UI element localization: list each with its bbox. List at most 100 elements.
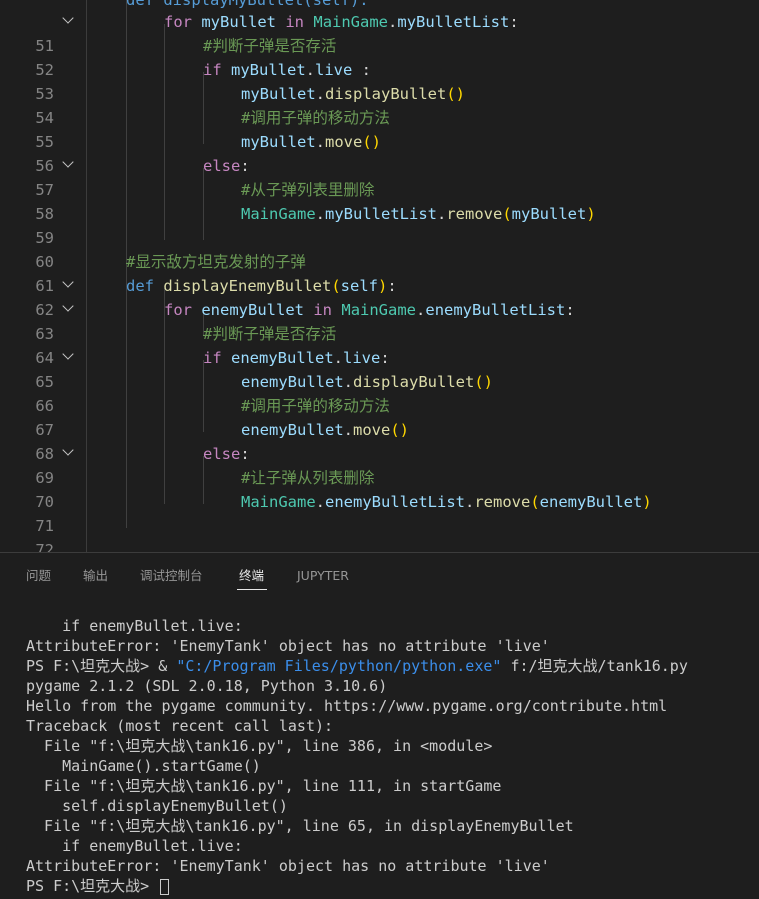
code-line-61: 61 #显示敌方坦克发射的子弹 xyxy=(0,250,759,295)
chevron-down-icon[interactable] xyxy=(62,444,74,456)
kw-if: if xyxy=(203,61,222,79)
terminal-line: self.displayEnemyBullet() xyxy=(26,797,288,815)
var-enemybullet: enemyBullet xyxy=(241,373,344,391)
var-mybullet: myBullet xyxy=(231,61,306,79)
var-mybulletlist: myBulletList xyxy=(325,205,437,223)
code-line-65: 65 if enemyBullet.live: xyxy=(0,346,759,391)
code-line-57: 57 else: xyxy=(0,154,759,199)
terminal-line: File "f:\坦克大战\tank16.py", line 65, in di… xyxy=(26,817,574,835)
code-line-68: 68 enemyBullet.move() xyxy=(0,418,759,463)
terminal-line-command: PS F:\坦克大战> & "C:/Program Files/python/p… xyxy=(26,656,688,676)
fn-displaybullet: displayBullet xyxy=(325,85,447,103)
terminal-line: if enemyBullet.live: xyxy=(26,837,243,855)
kw-if: if xyxy=(203,349,222,367)
command-string: "C:/Program Files/python/python.exe" xyxy=(176,657,502,675)
tab-terminal[interactable]: 终端 xyxy=(239,567,264,585)
var-mybullet: myBullet xyxy=(241,133,316,151)
comment: #从子弹列表里删除 xyxy=(241,181,375,199)
comment: #判断子弹是否存活 xyxy=(203,325,337,343)
fn-remove: remove xyxy=(474,493,531,511)
var-enemybullet: enemyBullet xyxy=(201,301,304,319)
terminal-prompt-line[interactable]: PS F:\坦克大战> xyxy=(26,876,170,896)
var-live: live xyxy=(343,349,381,367)
code-line-73: 73 xyxy=(0,534,759,552)
cls-maingame: MainGame xyxy=(241,493,316,511)
chevron-down-icon[interactable] xyxy=(62,348,74,360)
prompt: PS F:\坦克大战> & xyxy=(26,657,177,675)
var-mybullet: myBullet xyxy=(511,205,587,223)
kw-else: else xyxy=(203,445,241,463)
cls-maingame: MainGame xyxy=(241,205,316,223)
var-self: self xyxy=(340,277,378,295)
terminal-line: pygame 2.1.2 (SDL 2.0.18, Python 3.10.6) xyxy=(26,677,388,695)
code-line-58: 58 #从子弹列表里删除 xyxy=(0,178,759,223)
chevron-down-icon[interactable] xyxy=(62,12,74,24)
panel-tabs: 问题 输出 调试控制台 终端 JUPYTER xyxy=(0,553,759,599)
code-text: def displayMyBullet(self): xyxy=(126,0,369,9)
code-line-52: 52 #判断子弹是否存活 xyxy=(0,34,759,79)
terminal-line: File "f:\坦克大战\tank16.py", line 111, in s… xyxy=(26,777,502,795)
comment: #调用子弹的移动方法 xyxy=(241,397,390,415)
kw-else: else xyxy=(203,157,241,175)
comment: #调用子弹的移动方法 xyxy=(241,109,390,127)
code-line-51: 51 for myBullet in MainGame.myBulletList… xyxy=(0,10,759,55)
tab-output[interactable]: 输出 xyxy=(83,567,108,585)
comment: #判断子弹是否存活 xyxy=(203,37,337,55)
tab-jupyter[interactable]: JUPYTER xyxy=(297,567,349,585)
kw-def: def xyxy=(126,277,154,295)
var-mybulletlist: myBulletList xyxy=(397,13,510,31)
code-line-59: 59 MainGame.myBulletList.remove(myBullet… xyxy=(0,202,759,247)
var-enemybulletlist: enemyBulletList xyxy=(425,301,566,319)
terminal-line: MainGame().startGame() xyxy=(26,757,261,775)
code-editor[interactable]: def displayMyBullet(self): 51 for myBull… xyxy=(0,0,759,552)
fn-move: move xyxy=(325,133,363,151)
code-line-54: 54 myBullet.displayBullet() xyxy=(0,82,759,127)
code-line-67: 67 #调用子弹的移动方法 xyxy=(0,394,759,439)
var-mybullet: myBullet xyxy=(241,85,316,103)
code-line-69: 69 else: xyxy=(0,442,759,487)
cls-maingame: MainGame xyxy=(313,13,389,31)
fn-remove: remove xyxy=(446,205,503,223)
cls-maingame: MainGame xyxy=(341,301,417,319)
kw-in: in xyxy=(313,301,333,319)
code-line-60: 60 xyxy=(0,226,759,271)
terminal-output[interactable]: if enemyBullet.live: AttributeError: 'En… xyxy=(0,599,759,899)
code-line-56: 56 myBullet.move() xyxy=(0,130,759,175)
chevron-down-icon[interactable] xyxy=(62,156,74,168)
fn-displaybullet: displayBullet xyxy=(353,373,475,391)
tab-debug-console[interactable]: 调试控制台 xyxy=(140,567,203,585)
code-line-71: 71 MainGame.enemyBulletList.remove(enemy… xyxy=(0,490,759,535)
code-line-62: 62 def displayEnemyBullet(self): xyxy=(0,274,759,319)
terminal-line: File "f:\坦克大战\tank16.py", line 386, in <… xyxy=(26,737,493,755)
terminal-line: Hello from the pygame community. https:/… xyxy=(26,697,668,715)
command-arg: f:/坦克大战/tank16.py xyxy=(501,657,688,675)
bottom-panel: 问题 输出 调试控制台 终端 JUPYTER if enemyBullet.li… xyxy=(0,552,759,899)
kw-in: in xyxy=(285,13,305,31)
terminal-cursor xyxy=(160,878,170,895)
var-enemybullet: enemyBullet xyxy=(539,493,643,511)
var-live: live xyxy=(315,61,353,79)
terminal-line: AttributeError: 'EnemyTank' object has n… xyxy=(26,857,550,875)
chevron-down-icon[interactable] xyxy=(62,276,74,288)
terminal-line: Traceback (most recent call last): xyxy=(26,717,334,735)
chevron-down-icon[interactable] xyxy=(62,300,74,312)
terminal-line: AttributeError: 'EnemyTank' object has n… xyxy=(26,637,550,655)
fn-move: move xyxy=(353,421,391,439)
var-enemybulletlist: enemyBulletList xyxy=(325,493,465,511)
active-tab-indicator xyxy=(237,589,267,590)
var-enemybullet: enemyBullet xyxy=(231,349,334,367)
comment: #显示敌方坦克发射的子弹 xyxy=(126,253,306,271)
fn-displayenemybullet: displayEnemyBullet xyxy=(163,277,332,295)
prompt: PS F:\坦克大战> xyxy=(26,877,159,895)
kw-for: for xyxy=(164,13,192,31)
comment: #让子弹从列表删除 xyxy=(241,469,375,487)
code-line-64: 64 #判断子弹是否存活 xyxy=(0,322,759,367)
tab-problems[interactable]: 问题 xyxy=(26,567,51,585)
terminal-line: if enemyBullet.live: xyxy=(26,617,243,635)
code-line-53: 53 if myBullet.live : xyxy=(0,58,759,103)
kw-for: for xyxy=(164,301,192,319)
var-mybullet: myBullet xyxy=(201,13,276,31)
code-line-63: 63 for enemyBullet in MainGame.enemyBull… xyxy=(0,298,759,343)
code-line-70: 70 #让子弹从列表删除 xyxy=(0,466,759,511)
var-enemybullet: enemyBullet xyxy=(241,421,344,439)
